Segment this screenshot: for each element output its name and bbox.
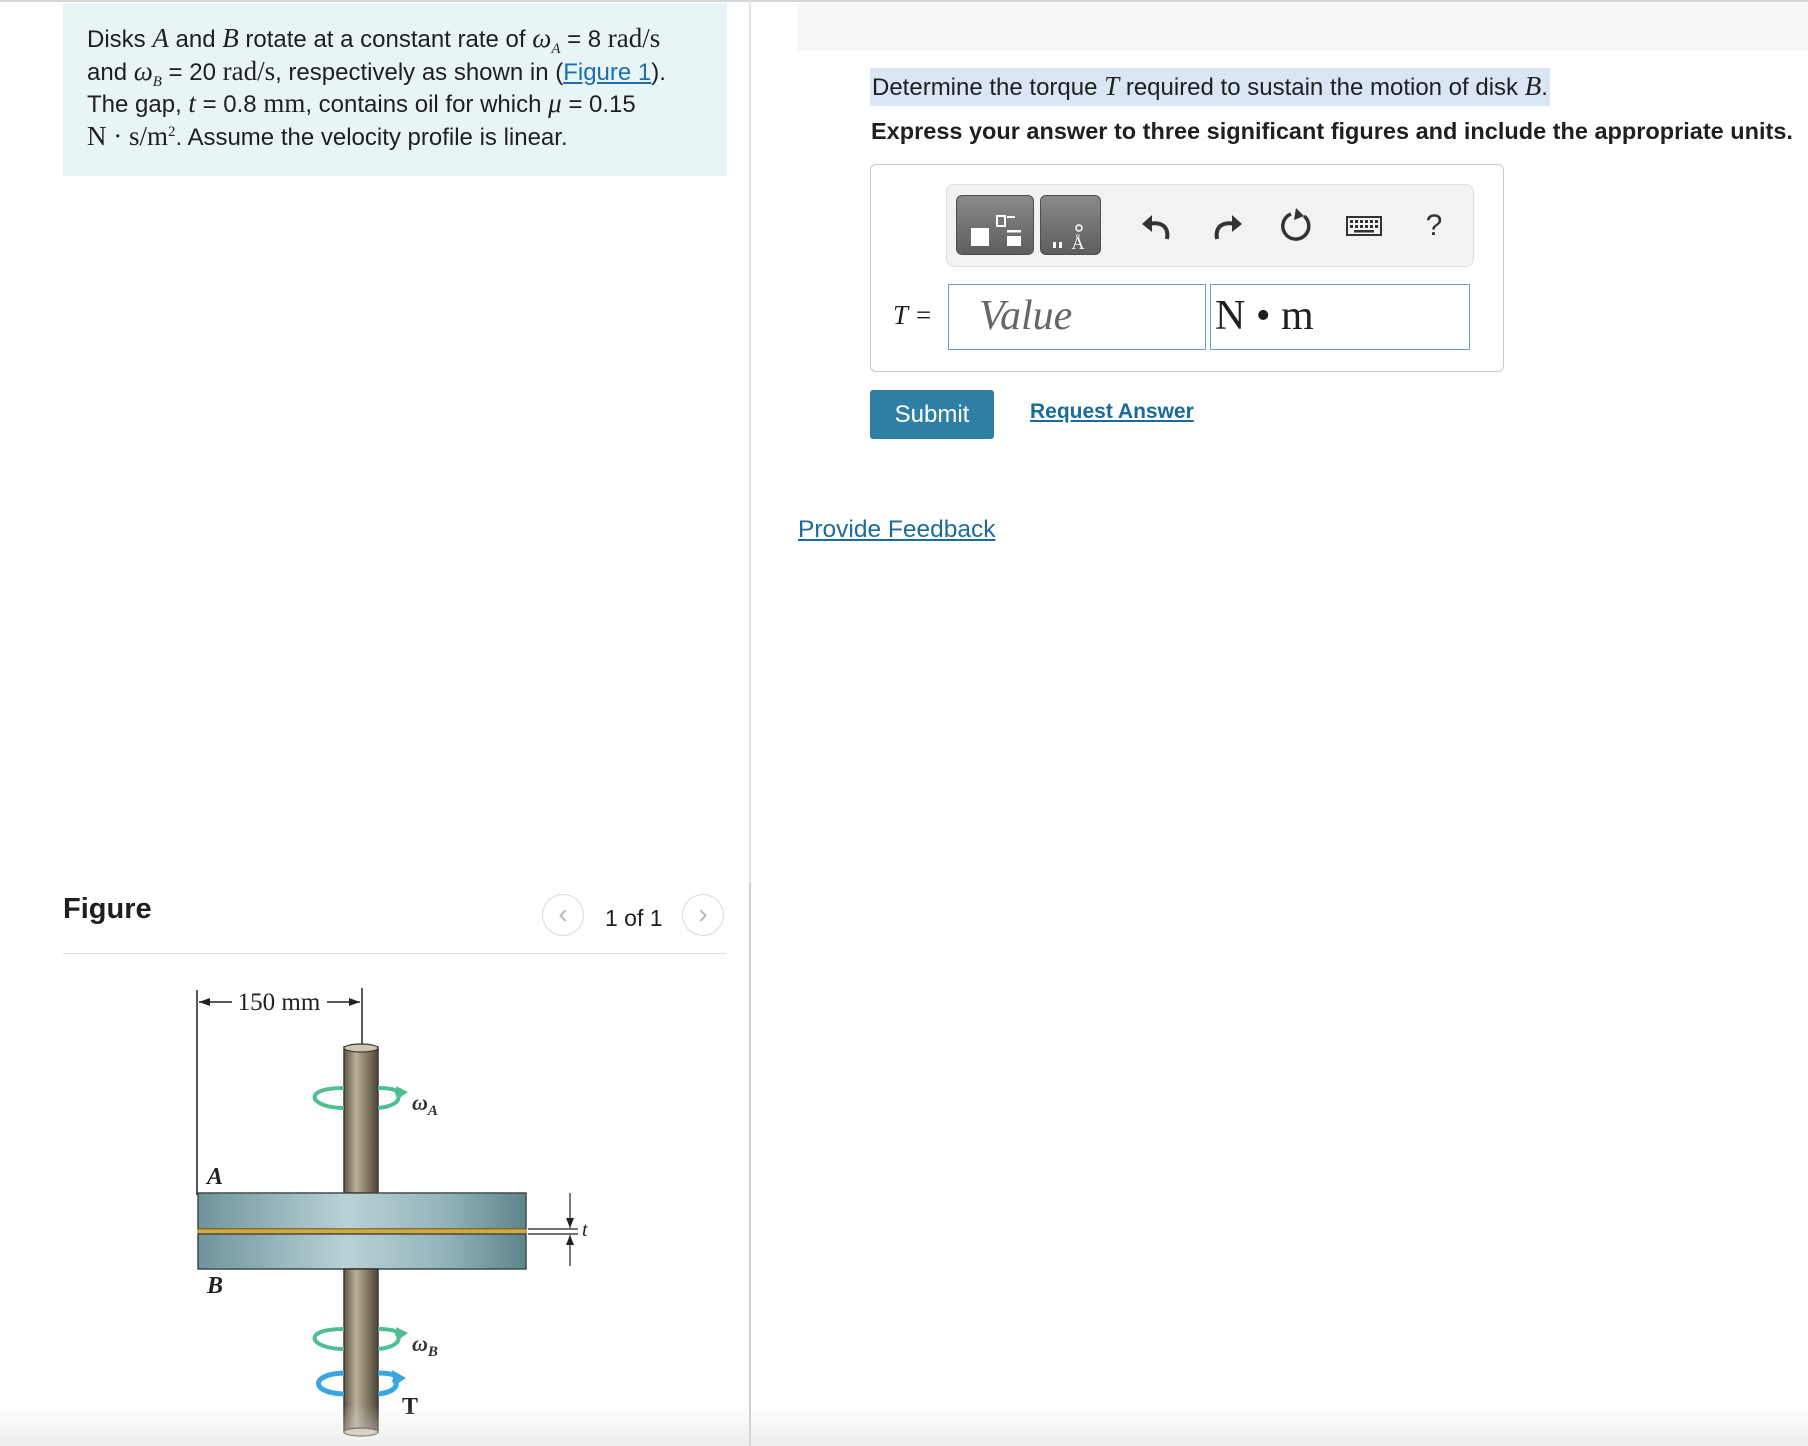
omega-b-label: ωB	[412, 1331, 438, 1360]
value-input[interactable]: Value	[948, 284, 1206, 350]
question-prompt: Determine the torque T required to susta…	[870, 68, 1550, 106]
bottom-fade	[0, 1404, 1808, 1446]
disk-a	[197, 1192, 527, 1230]
units-button[interactable]: Å	[1040, 195, 1101, 255]
answer-instruction: Express your answer to three significant…	[871, 118, 1793, 144]
templates-button[interactable]	[956, 195, 1034, 255]
undo-button[interactable]	[1132, 201, 1182, 251]
header-band	[798, 3, 1808, 51]
answer-label: T =	[893, 300, 933, 330]
provide-feedback-link[interactable]: Provide Feedback	[798, 516, 995, 544]
reset-icon	[1281, 208, 1311, 241]
math-toolbar: Å ?	[946, 184, 1474, 267]
disk-b	[197, 1233, 527, 1270]
units-input[interactable]: N • m	[1210, 284, 1470, 350]
svg-text:Å: Å	[1072, 233, 1085, 253]
keyboard-button[interactable]	[1339, 201, 1389, 251]
keyboard-icon	[1346, 216, 1382, 236]
redo-button[interactable]	[1202, 201, 1252, 251]
templates-icon	[971, 215, 1021, 246]
help-button[interactable]: ?	[1409, 201, 1459, 251]
disk-b-label: B	[206, 1273, 223, 1299]
disk-a-label: A	[205, 1164, 223, 1190]
reset-button[interactable]	[1271, 201, 1321, 251]
dim-label: 150 mm	[238, 989, 321, 1016]
figure-diagram: 150 mm ωA A t B ωB T	[196, 988, 588, 1437]
help-icon: ?	[1425, 209, 1443, 242]
redo-icon	[1214, 215, 1242, 240]
submit-button[interactable]: Submit	[870, 390, 994, 439]
gap-label: t	[582, 1219, 588, 1241]
upper-shaft	[343, 1046, 379, 1194]
omega-a-label: ωA	[412, 1090, 438, 1119]
units-icon: Å	[1053, 224, 1085, 253]
undo-icon	[1142, 215, 1170, 240]
request-answer-link[interactable]: Request Answer	[1030, 400, 1194, 424]
